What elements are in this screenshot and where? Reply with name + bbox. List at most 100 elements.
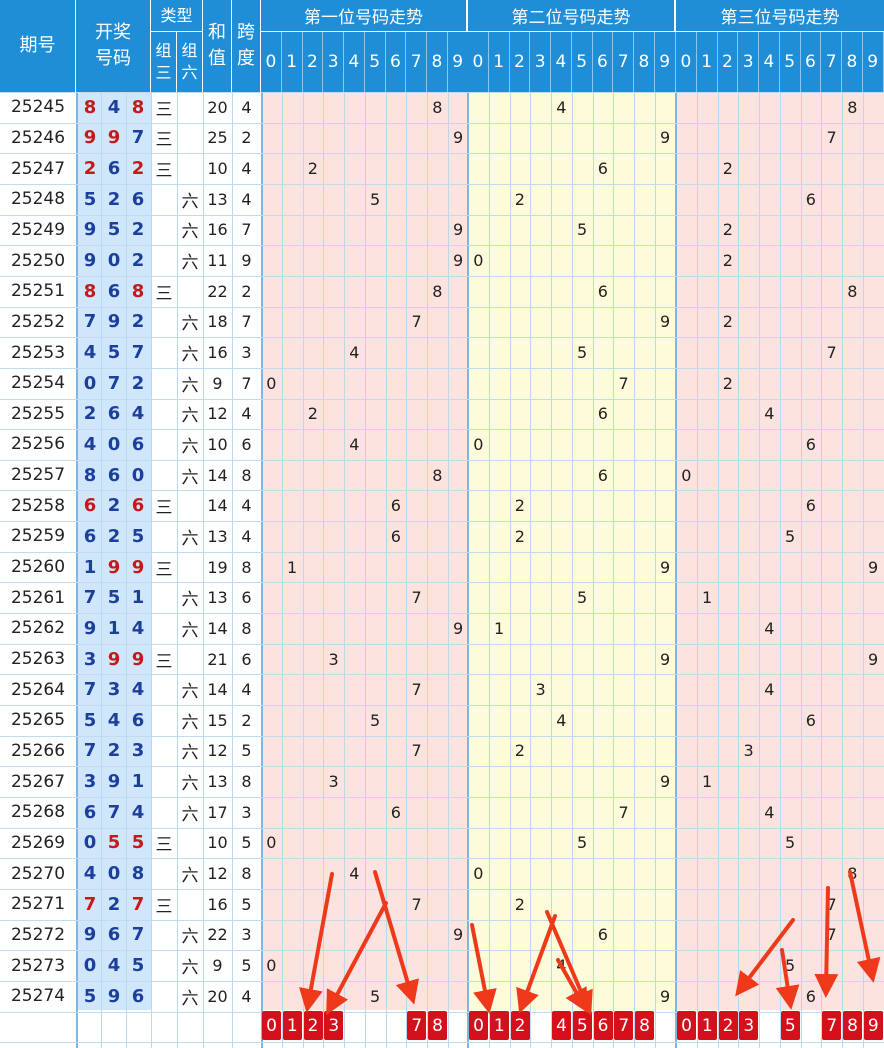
span-cell: 4 xyxy=(241,189,252,209)
draw-digit: 5 xyxy=(107,342,121,363)
sum-cell: 13 xyxy=(207,189,228,209)
trend-mark: 4 xyxy=(764,802,775,822)
trend-mark: 8 xyxy=(432,465,443,485)
draw-digit: 4 xyxy=(107,96,121,118)
zu6-cell xyxy=(177,644,203,675)
zu3-cell xyxy=(151,920,177,951)
trend-mark: 6 xyxy=(805,434,816,454)
zu3-cell xyxy=(151,797,177,828)
pick-badge-s3: 1 xyxy=(697,1011,717,1040)
trend-mark: 5 xyxy=(370,189,381,209)
trend-mark: 6 xyxy=(390,802,401,822)
trend-mark: 6 xyxy=(597,281,608,301)
issue-header: 期号 xyxy=(0,0,76,92)
span-cell: 3 xyxy=(241,802,252,822)
draw-digit: 6 xyxy=(83,801,97,823)
pick-badge-s3: 2 xyxy=(718,1011,738,1040)
trend-mark: 9 xyxy=(453,618,464,638)
trend-mark: 9 xyxy=(868,649,879,669)
trend-mark: 0 xyxy=(266,956,277,975)
digit-header-s3-0: 0 xyxy=(676,32,697,92)
trend-mark: 7 xyxy=(826,343,837,362)
span-cell: 5 xyxy=(241,894,252,914)
span-cell: 4 xyxy=(241,159,252,179)
pick-badge-s3: 8 xyxy=(843,1011,862,1040)
draw-digit: 6 xyxy=(107,158,121,180)
draw-digit: 9 xyxy=(131,556,145,578)
draw-digit: 7 xyxy=(83,587,97,609)
draw-digit: 3 xyxy=(83,648,97,670)
trend-mark: 2 xyxy=(722,159,733,179)
trend-mark: 2 xyxy=(307,404,318,424)
draw-digit: 6 xyxy=(131,709,145,731)
sum-cell: 20 xyxy=(207,97,228,117)
trend-mark: 0 xyxy=(266,833,277,853)
sum-cell: 12 xyxy=(207,404,228,424)
span-cell: 4 xyxy=(241,680,252,700)
draw-digit: 9 xyxy=(107,556,121,578)
draw-digit: 0 xyxy=(83,372,97,394)
grid-vline xyxy=(634,92,635,1048)
draw-header-line1: 开奖 xyxy=(95,22,131,43)
sum-cell: 22 xyxy=(207,281,228,301)
zu6-cell: 六 xyxy=(181,590,199,611)
sum-header: 和 值 xyxy=(203,0,232,92)
draw-digit: 0 xyxy=(83,832,97,854)
draw-digit: 8 xyxy=(83,464,97,486)
digit-header-s1-3: 3 xyxy=(323,32,344,92)
draw-digit: 4 xyxy=(83,433,97,455)
zu3-cell xyxy=(151,337,177,368)
zu6-cell: 六 xyxy=(181,620,199,641)
draw-digit: 2 xyxy=(131,311,145,333)
draw-digit: 6 xyxy=(107,403,121,425)
zu3-cell xyxy=(151,307,177,338)
digit-header-s1-4: 4 xyxy=(344,32,365,92)
issue-cell: 25248 xyxy=(10,189,66,210)
span-cell: 9 xyxy=(241,251,252,271)
trend-mark: 3 xyxy=(743,741,754,761)
draw-digit: 7 xyxy=(131,127,145,149)
grid-vline xyxy=(613,92,614,1048)
digit-header-s1-5: 5 xyxy=(364,32,386,92)
trend-mark: 2 xyxy=(514,496,525,516)
draw-digit: 7 xyxy=(131,893,145,915)
span-cell: 4 xyxy=(241,986,252,1006)
sum-cell: 10 xyxy=(207,434,228,454)
trend-mark: 6 xyxy=(597,404,608,424)
trend-mark: 9 xyxy=(660,557,671,577)
trend-mark: 9 xyxy=(660,986,671,1006)
zu6-cell: 六 xyxy=(181,927,199,948)
zu6-cell: 六 xyxy=(181,988,199,1009)
draw-digit: 0 xyxy=(131,464,145,486)
sum-cell: 25 xyxy=(207,128,228,148)
grid-vline xyxy=(386,92,387,1048)
zu3-cell xyxy=(151,582,177,613)
draw-digit: 2 xyxy=(83,403,97,425)
sum-cell: 18 xyxy=(207,312,228,332)
sum-cell: 14 xyxy=(207,680,228,700)
draw-digit: 5 xyxy=(83,985,97,1007)
sum-cell: 11 xyxy=(207,251,228,271)
zu6-cell: 六 xyxy=(181,406,199,427)
sum-cell: 9 xyxy=(212,373,223,393)
zu6-cell xyxy=(177,153,203,184)
pick-badge-s1: 8 xyxy=(428,1011,447,1040)
pick-badge-s2: 0 xyxy=(469,1011,488,1040)
pick-badge-s2: 5 xyxy=(572,1011,592,1040)
zu6-cell: 六 xyxy=(181,191,199,212)
zu3-cell: 三 xyxy=(155,130,173,151)
digit-header-s3-2: 2 xyxy=(717,32,739,92)
sum-cell: 17 xyxy=(207,802,228,822)
pick-badge-s2: 4 xyxy=(552,1011,571,1040)
sum-cell: 14 xyxy=(207,465,228,485)
draw-digit: 2 xyxy=(107,525,121,547)
span-cell: 6 xyxy=(241,649,252,669)
sum-header-b: 值 xyxy=(208,48,226,69)
zu3-cell xyxy=(151,613,177,644)
trend-mark: 3 xyxy=(328,649,339,669)
trend-mark: 0 xyxy=(473,864,484,884)
digit-header-s3-8: 8 xyxy=(842,32,863,92)
trend-mark: 9 xyxy=(660,649,671,669)
span-cell: 2 xyxy=(241,128,252,148)
draw-digit: 2 xyxy=(131,372,145,394)
